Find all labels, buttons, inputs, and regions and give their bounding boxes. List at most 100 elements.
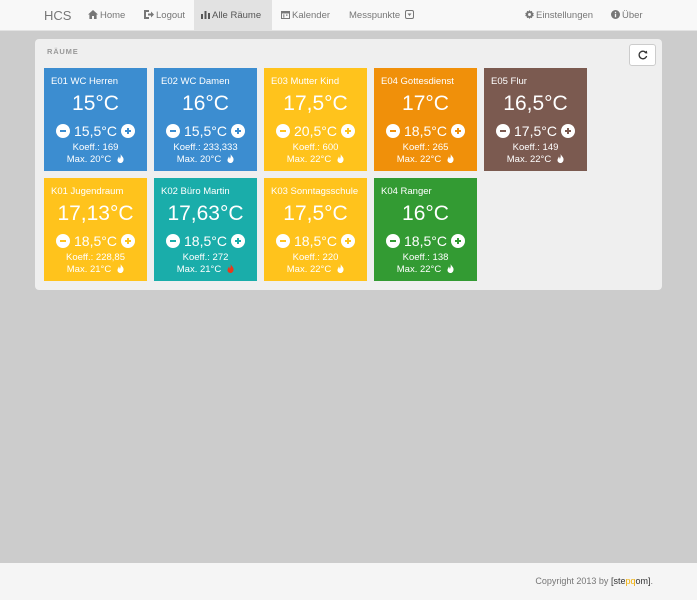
refresh-icon: [638, 50, 647, 60]
flame-icon: [117, 154, 124, 163]
minus-icon: [500, 130, 507, 132]
increase-setpoint-button[interactable]: [340, 234, 355, 248]
info-icon: [611, 10, 620, 19]
plus-icon: [124, 238, 131, 244]
flame-icon: [227, 264, 234, 273]
decrease-setpoint-button[interactable]: [386, 234, 401, 248]
decrease-setpoint-button[interactable]: [56, 234, 71, 248]
room-name[interactable]: K02 Büro Martin: [161, 186, 230, 197]
room-name[interactable]: K04 Ranger: [381, 186, 432, 197]
decrease-setpoint-button[interactable]: [496, 124, 511, 138]
room-tile: K02 Büro Martin 17,63°C 18,5°C Koeff.: 272 M…: [154, 178, 257, 281]
setpoint-control: 15,5°C: [44, 123, 147, 139]
room-max: Max. 20°C: [66, 154, 112, 165]
room-max: Max. 22°C: [396, 154, 442, 165]
room-name[interactable]: K03 Sonntagsschule: [271, 186, 358, 197]
room-setpoint: 18,5°C: [294, 233, 337, 249]
nav-kalender[interactable]: Kalender: [274, 0, 337, 31]
room-name[interactable]: E01 WC Herren: [51, 76, 118, 87]
room-koeff: Koeff.: 228,85: [66, 252, 125, 263]
increase-setpoint-button[interactable]: [120, 234, 135, 248]
room-setpoint: 18,5°C: [404, 233, 447, 249]
stepqom-open: [ste: [610, 576, 626, 586]
room-name[interactable]: E02 WC Damen: [161, 76, 230, 87]
room-koeff: Koeff.: 169: [72, 142, 119, 153]
nav-ueber[interactable]: Über: [604, 0, 650, 31]
decrease-setpoint-button[interactable]: [276, 124, 291, 138]
copyright-prefix: Copyright 2013 by: [535, 576, 611, 586]
room-koeff: Koeff.: 149: [512, 142, 559, 153]
increase-setpoint-button[interactable]: [560, 124, 575, 138]
increase-setpoint-button[interactable]: [230, 124, 245, 138]
room-max: Max. 21°C: [66, 264, 112, 275]
nav-messpunkte-label: Messpunkte: [349, 10, 401, 21]
minus-icon: [280, 130, 287, 132]
room-name[interactable]: E05 Flur: [491, 76, 527, 87]
plus-icon: [124, 128, 131, 134]
room-max-row: Max. 21°C: [44, 264, 147, 275]
nav-home[interactable]: Home: [81, 0, 132, 31]
nav-logout[interactable]: Logout: [137, 0, 192, 31]
room-current-temp: 17,13°C: [57, 202, 134, 225]
room-current-temp: 16°C: [402, 202, 449, 225]
room-max-row: Max. 20°C: [154, 154, 257, 165]
room-max-row: Max. 22°C: [374, 154, 477, 165]
room-max: Max. 20°C: [176, 154, 222, 165]
increase-setpoint-button[interactable]: [120, 124, 135, 138]
minus-icon: [390, 130, 397, 132]
increase-setpoint-button[interactable]: [340, 124, 355, 138]
room-tile: E03 Mutter Kind 17,5°C 20,5°C Koeff.: 600 Ma…: [264, 68, 367, 171]
plus-icon: [234, 238, 241, 244]
room-tile: E05 Flur 16,5°C 17,5°C Koeff.: 149 Max. 22°C: [484, 68, 587, 171]
room-current-temp: 16,5°C: [503, 92, 568, 115]
increase-setpoint-button[interactable]: [230, 234, 245, 248]
room-current-temp: 17°C: [402, 92, 449, 115]
refresh-button[interactable]: [629, 44, 656, 66]
increase-setpoint-button[interactable]: [450, 124, 465, 138]
room-max: Max. 21°C: [176, 264, 222, 275]
decrease-setpoint-button[interactable]: [166, 234, 181, 248]
decrease-setpoint-button[interactable]: [276, 234, 291, 248]
brand-link[interactable]: HCS: [44, 0, 71, 31]
home-icon: [88, 10, 98, 19]
nav-alle-raeume[interactable]: Alle Räume: [194, 0, 272, 31]
stepqom-link[interactable]: [stepqom]: [611, 576, 651, 586]
nav-kalender-label: Kalender: [292, 10, 331, 21]
room-current-temp: 17,5°C: [283, 202, 348, 225]
room-setpoint: 17,5°C: [514, 123, 557, 139]
room-max-row: Max. 22°C: [264, 264, 367, 275]
flame-icon: [337, 264, 344, 273]
room-current-temp: 15°C: [72, 92, 119, 115]
room-setpoint: 20,5°C: [294, 123, 337, 139]
stepqom-close: om]: [635, 576, 651, 586]
room-name[interactable]: E03 Mutter Kind: [271, 76, 339, 87]
room-max: Max. 22°C: [286, 264, 332, 275]
room-current-temp: 16°C: [182, 92, 229, 115]
plus-icon: [234, 128, 241, 134]
decrease-setpoint-button[interactable]: [386, 124, 401, 138]
minus-icon: [170, 130, 177, 132]
minus-icon: [60, 130, 67, 132]
increase-setpoint-button[interactable]: [450, 234, 465, 248]
plus-icon: [454, 128, 461, 134]
decrease-setpoint-button[interactable]: [56, 124, 71, 138]
stepqom-accent: pq: [625, 576, 636, 586]
room-setpoint: 18,5°C: [404, 123, 447, 139]
calendar-icon: [281, 11, 290, 19]
nav-einstellungen[interactable]: Einstellungen: [518, 0, 600, 31]
room-name[interactable]: K01 Jugendraum: [51, 186, 123, 197]
room-max-row: Max. 20°C: [44, 154, 147, 165]
logout-icon: [144, 10, 154, 19]
room-koeff: Koeff.: 265: [402, 142, 449, 153]
plus-icon: [564, 128, 571, 134]
decrease-setpoint-button[interactable]: [166, 124, 181, 138]
room-name[interactable]: E04 Gottesdienst: [381, 76, 454, 87]
copyright-text: Copyright 2013 by [stepqom].: [535, 576, 653, 586]
setpoint-control: 18,5°C: [264, 233, 367, 249]
plus-icon: [344, 238, 351, 244]
minus-icon: [170, 240, 177, 242]
room-tile: K04 Ranger 16°C 18,5°C Koeff.: 138 Max. 22°C: [374, 178, 477, 281]
nav-messpunkte-dropdown[interactable]: Messpunkte: [342, 0, 421, 31]
room-max: Max. 22°C: [506, 154, 552, 165]
plus-icon: [344, 128, 351, 134]
